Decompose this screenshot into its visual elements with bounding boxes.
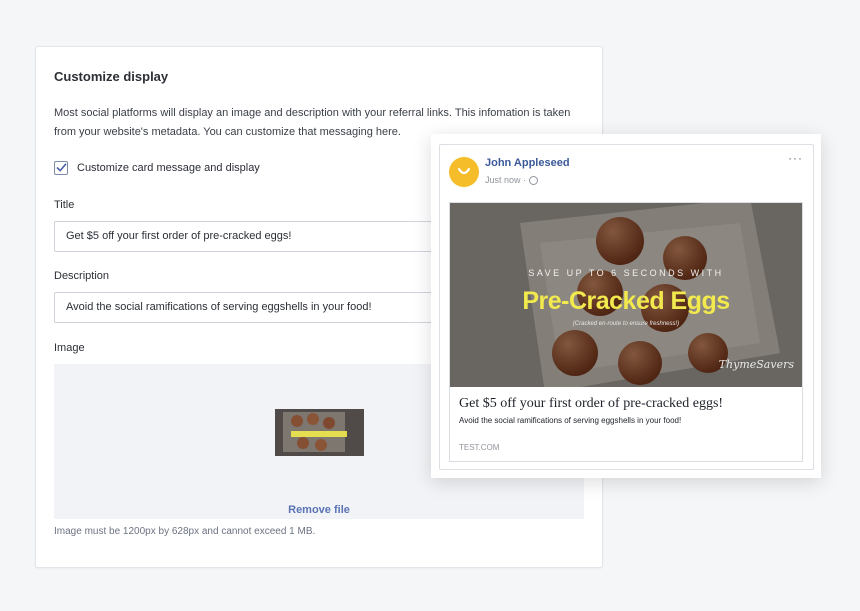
remove-file-link[interactable]: Remove file [54, 504, 584, 516]
link-preview-image: SAVE UP TO 6 SECONDS WITH Pre-Cracked Eg… [450, 203, 802, 387]
image-label: Image [54, 342, 85, 354]
facebook-post: John Appleseed Just now · ··· SAVE UP TO… [439, 144, 814, 470]
link-domain: TEST.COM [459, 443, 500, 452]
image-requirements-hint: Image must be 1200px by 628px and cannot… [54, 526, 316, 537]
post-author[interactable]: John Appleseed [485, 157, 570, 169]
image-headline: Pre-Cracked Eggs [522, 287, 730, 315]
image-brand-logo: ThymeSavers [718, 358, 794, 371]
customize-card-checkbox-row[interactable]: Customize card message and display [54, 161, 260, 175]
social-preview-card: John Appleseed Just now · ··· SAVE UP TO… [431, 134, 821, 478]
image-thumbnail [275, 409, 364, 456]
customize-card-label: Customize card message and display [77, 162, 260, 174]
title-label: Title [54, 199, 75, 211]
check-icon [56, 163, 67, 172]
post-timestamp: Just now · [485, 175, 527, 185]
post-meta: Just now · [485, 175, 539, 185]
description-label: Description [54, 270, 110, 282]
customize-card-checkbox[interactable] [54, 161, 68, 175]
link-description: Avoid the social ramifications of servin… [459, 416, 682, 425]
panel-title: Customize display [54, 69, 169, 84]
link-preview[interactable]: SAVE UP TO 6 SECONDS WITH Pre-Cracked Eg… [449, 202, 803, 462]
image-caption: (Cracked en-route to ensure freshness!) [572, 321, 680, 327]
link-title[interactable]: Get $5 off your first order of pre-crack… [459, 396, 723, 412]
image-subtitle: SAVE UP TO 6 SECONDS WITH [528, 268, 724, 278]
more-icon[interactable]: ··· [788, 151, 803, 165]
smile-icon [457, 167, 471, 175]
avatar [449, 157, 479, 187]
globe-icon [529, 175, 539, 185]
